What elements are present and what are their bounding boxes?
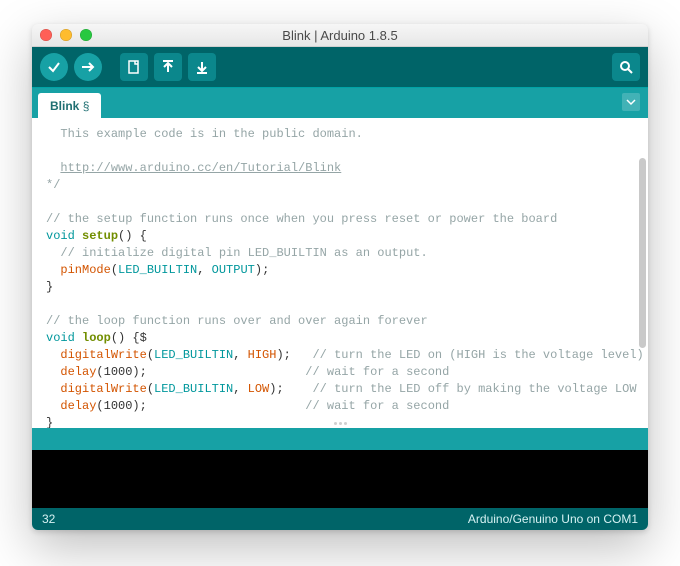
upload-button[interactable]: [74, 53, 102, 81]
arduino-ide-window: Blink | Arduino 1.8.5 Blink §: [32, 24, 648, 530]
zoom-window-button[interactable]: [80, 29, 92, 41]
close-window-button[interactable]: [40, 29, 52, 41]
minimize-window-button[interactable]: [60, 29, 72, 41]
window-titlebar: Blink | Arduino 1.8.5: [32, 24, 648, 47]
line-number: 32: [42, 512, 55, 526]
code-editor[interactable]: This example code is in the public domai…: [32, 118, 648, 428]
window-controls: [40, 29, 92, 41]
console-output[interactable]: [32, 450, 648, 508]
verify-button[interactable]: [40, 53, 68, 81]
open-sketch-button[interactable]: [154, 53, 182, 81]
resize-handle-icon: [333, 416, 347, 428]
message-bar: [32, 428, 648, 450]
new-sketch-button[interactable]: [120, 53, 148, 81]
toolbar: [32, 47, 648, 88]
status-footer: 32 Arduino/Genuino Uno on COM1: [32, 508, 648, 530]
save-sketch-button[interactable]: [188, 53, 216, 81]
serial-monitor-button[interactable]: [612, 53, 640, 81]
tab-label: Blink: [50, 99, 79, 113]
tab-modified-indicator: §: [83, 99, 90, 113]
window-title: Blink | Arduino 1.8.5: [32, 28, 648, 43]
board-port-label: Arduino/Genuino Uno on COM1: [468, 512, 638, 526]
tab-menu-button[interactable]: [622, 93, 640, 111]
tab-bar: Blink §: [32, 88, 648, 118]
editor-scrollbar-thumb[interactable]: [639, 158, 646, 348]
tab-blink[interactable]: Blink §: [38, 93, 101, 118]
